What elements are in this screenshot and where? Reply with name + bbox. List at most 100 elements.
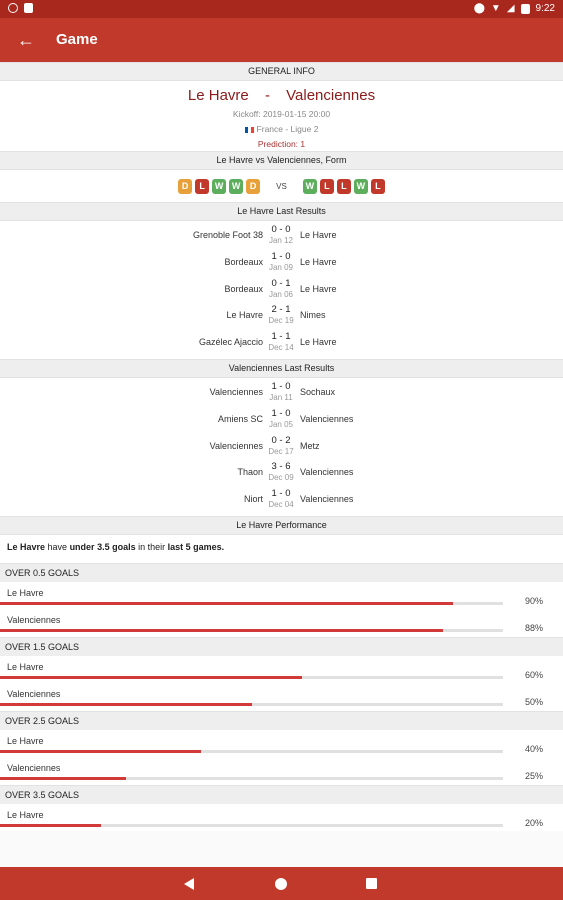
main-content[interactable]: GENERAL INFO Le Havre - Valenciennes Kic… (0, 62, 563, 867)
goal-bar-row: Le Havre 90% (0, 581, 563, 610)
performance-summary: Le Havre have under 3.5 goals in their l… (0, 534, 563, 563)
result-row: Bordeaux 0 - 1 Jan 06 Le Havre (0, 277, 563, 304)
result-score: 1 - 1 (271, 331, 291, 343)
goal-bar-percent: 60% (524, 669, 543, 680)
va-results-list: Valenciennes 1 - 0 Jan 11 Sochaux Amiens SC 1… (0, 377, 563, 516)
goal-bar-fill (0, 629, 443, 633)
away-team: Valenciennes (286, 87, 376, 104)
result-home-team: Thaon (237, 467, 263, 478)
form-badge: D (246, 178, 261, 194)
result-score: 1 - 0 (271, 488, 291, 500)
performance-header: Le Havre Performance (0, 515, 563, 535)
result-row: Bordeaux 1 - 0 Jan 09 Le Havre (0, 250, 563, 277)
match-teams: Le Havre - Valenciennes (0, 87, 563, 104)
goal-bar-track (0, 601, 503, 605)
sd-card-icon (24, 3, 33, 13)
result-date: Dec 04 (268, 500, 294, 510)
goal-bar-team: Valenciennes (7, 689, 61, 700)
result-row: Valenciennes 0 - 2 Dec 17 Metz (0, 434, 563, 461)
goal-bar-row: Le Havre 20% (0, 803, 563, 832)
nav-recents-icon[interactable] (366, 878, 377, 889)
form-badge: W (212, 178, 227, 194)
goal-bar-track (0, 823, 503, 827)
form-badge: L (336, 178, 351, 194)
goal-bar-team: Le Havre (7, 735, 44, 746)
team-separator: - (264, 87, 270, 104)
form-badge: W (302, 178, 317, 194)
form-badge: L (370, 178, 385, 194)
goal-bar-percent: 88% (524, 623, 543, 634)
form-badge: W (353, 178, 368, 194)
result-score: 1 - 0 (271, 250, 291, 262)
result-away-team: Le Havre (300, 230, 337, 240)
result-score: 1 - 0 (271, 380, 291, 392)
home-form: DLWWD (178, 178, 261, 194)
france-flag-icon (244, 126, 254, 133)
goal-bar-row: Valenciennes 50% (0, 683, 563, 711)
result-row: Gazélec Ajaccio 1 - 1 Dec 14 Le Havre (0, 330, 563, 357)
goal-bar-percent: 25% (524, 771, 543, 782)
result-away-team: Le Havre (300, 283, 337, 294)
general-info: Le Havre - Valenciennes Kickoff: 2019-01… (0, 81, 563, 151)
app-bar: ← Game (0, 18, 563, 62)
home-team: Le Havre (187, 87, 249, 104)
result-away-team: Sochaux (300, 386, 336, 397)
result-away-team: Le Havre (300, 337, 337, 348)
league-line: France - Ligue 2 (0, 124, 563, 134)
nav-home-icon[interactable] (275, 878, 287, 890)
goal-group-header: OVER 0.5 GOALS (0, 562, 563, 582)
result-row: Niort 1 - 0 Dec 04 Valenciennes (0, 487, 563, 514)
vs-label: VS (276, 181, 287, 191)
battery-icon (520, 3, 530, 14)
result-score: 0 - 1 (271, 277, 291, 289)
result-home-team: Bordeaux (224, 283, 263, 294)
goal-bar-track (0, 629, 503, 633)
result-score: 0 - 0 (271, 224, 291, 235)
form-header: Le Havre vs Valenciennes, Form (0, 151, 563, 170)
summary-games: last 5 games. (167, 541, 225, 552)
result-row: Le Havre 2 - 1 Dec 19 Nimes (0, 303, 563, 330)
back-arrow-icon[interactable]: ← (14, 28, 38, 52)
result-score: 1 - 0 (271, 407, 291, 419)
goal-bar-fill (0, 601, 453, 605)
goal-bar-team: Le Havre (7, 661, 44, 672)
result-home-team: Amiens SC (217, 413, 263, 424)
lh-results-list: Grenoble Foot 38 0 - 0 Jan 12 Le Havre Borde… (0, 221, 563, 359)
wifi-icon: ▼ (490, 3, 501, 14)
result-home-team: Valenciennes (209, 386, 263, 397)
result-away-team: Valenciennes (300, 413, 354, 424)
goal-bar-row: Le Havre 60% (0, 655, 563, 684)
goal-bar-fill (0, 777, 126, 781)
goal-groups: OVER 0.5 GOALS Le Havre 90% Valenciennes 88%… (0, 562, 563, 832)
notification-icon (8, 3, 18, 13)
result-date: Jan 09 (268, 262, 294, 272)
goal-bar-team: Le Havre (7, 809, 44, 820)
goal-bar-team: Valenciennes (7, 763, 61, 774)
result-date: Jan 06 (268, 289, 294, 299)
result-row: Grenoble Foot 38 0 - 0 Jan 12 Le Havre (0, 223, 563, 250)
lh-results-header: Le Havre Last Results (0, 202, 563, 221)
result-home-team: Bordeaux (224, 256, 263, 267)
result-home-team: Gazélec Ajaccio (198, 337, 263, 348)
location-icon: ⬤ (473, 3, 485, 14)
result-away-team: Metz (300, 440, 320, 451)
status-time: 9:22 (535, 3, 555, 14)
nav-back-icon[interactable] (184, 878, 194, 890)
goal-bar-fill (0, 675, 302, 679)
result-away-team: Valenciennes (300, 467, 354, 478)
result-date: Jan 11 (269, 392, 293, 402)
result-home-team: Valenciennes (209, 440, 263, 451)
form-badge: L (195, 178, 210, 194)
result-away-team: Nimes (300, 310, 326, 321)
result-date: Dec 09 (268, 473, 294, 483)
goal-group-header: OVER 3.5 GOALS (0, 784, 563, 804)
result-home-team: Le Havre (226, 310, 263, 321)
general-info-header: GENERAL INFO (0, 62, 563, 81)
goal-bar-fill (0, 703, 252, 707)
goal-bar-row: Valenciennes 25% (0, 757, 563, 785)
result-score: 0 - 2 (271, 434, 291, 446)
goal-bar-track (0, 703, 503, 707)
form-badge: L (319, 178, 334, 194)
status-bar: ⬤ ▼ ◢ 9:22 (0, 0, 563, 18)
goal-bar-row: Valenciennes 88% (0, 609, 563, 637)
